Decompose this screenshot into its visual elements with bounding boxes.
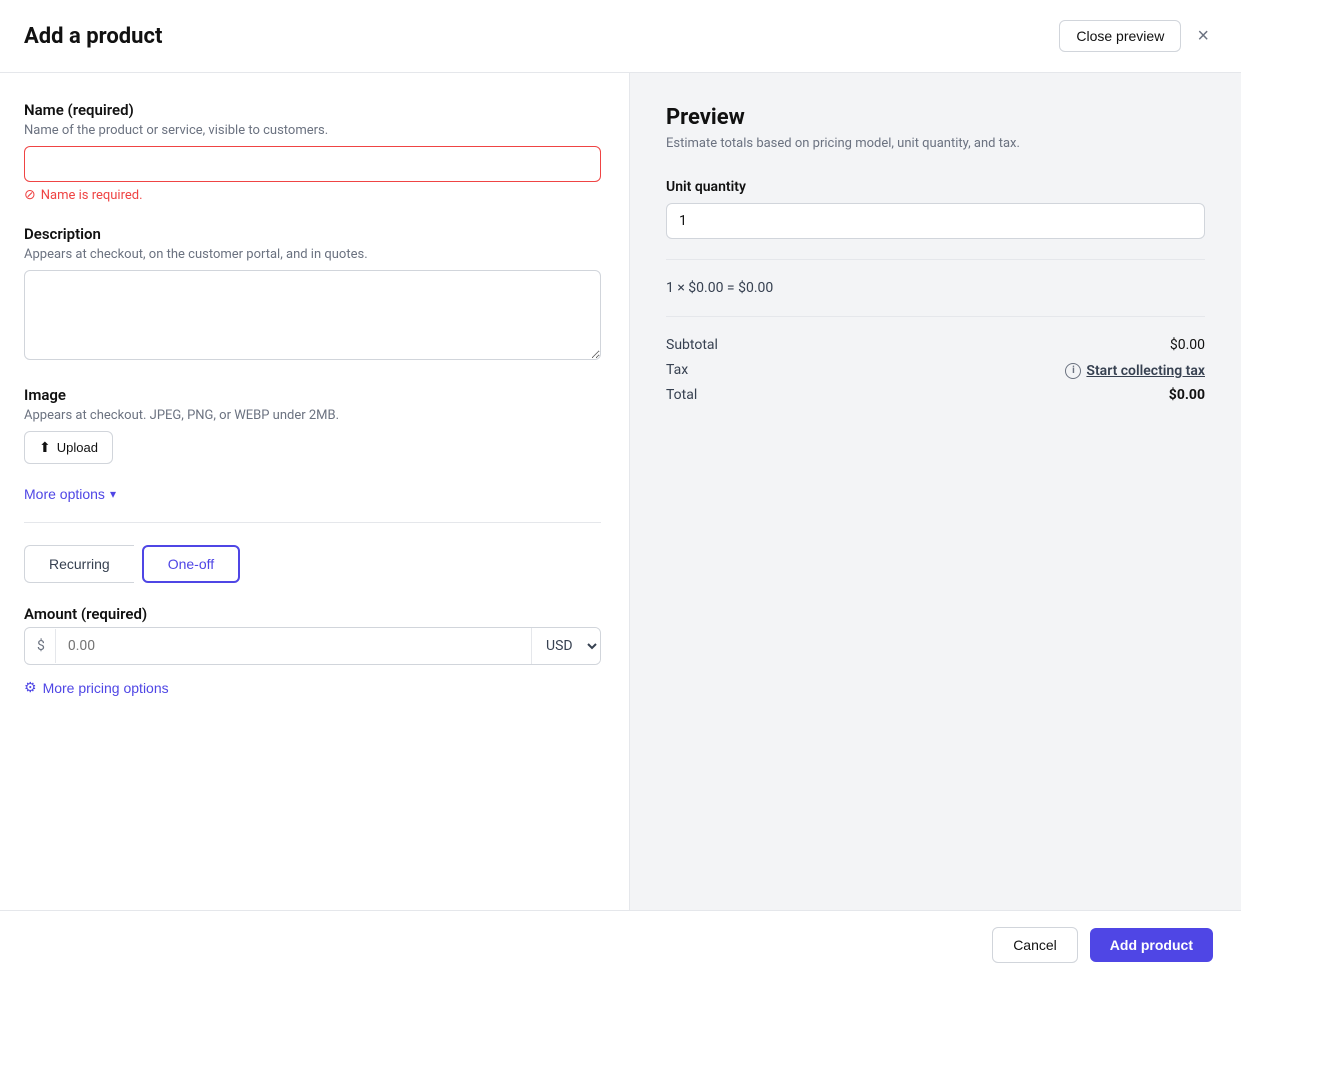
pricing-type-toggle: Recurring One-off <box>24 545 601 583</box>
tax-value: i Start collecting tax <box>1065 361 1205 379</box>
cancel-button[interactable]: Cancel <box>992 927 1078 963</box>
left-panel: Name (required) Name of the product or s… <box>0 73 630 910</box>
start-collecting-tax-link[interactable]: i Start collecting tax <box>1065 363 1205 379</box>
modal-header: Add a product Close preview × <box>0 0 1241 73</box>
tax-row: Tax i Start collecting tax <box>666 361 1205 379</box>
upload-label: Upload <box>57 440 98 455</box>
more-options-button[interactable]: More options ▾ <box>24 486 601 502</box>
error-icon: ⊘ <box>24 187 36 203</box>
tax-link-text: Start collecting tax <box>1086 363 1205 379</box>
amount-field-group: Amount (required) $ USD EUR GBP ⚙ More p… <box>24 605 601 696</box>
image-field-group: Image Appears at checkout. JPEG, PNG, or… <box>24 386 601 464</box>
gear-icon: ⚙ <box>24 679 37 696</box>
amount-prefix: $ <box>25 629 56 663</box>
one-off-toggle-button[interactable]: One-off <box>142 545 240 583</box>
info-icon: i <box>1065 363 1081 379</box>
total-row: Total $0.00 <box>666 387 1205 403</box>
preview-divider-1 <box>666 259 1205 260</box>
more-options-label: More options <box>24 486 105 502</box>
description-hint: Appears at checkout, on the customer por… <box>24 247 601 262</box>
add-product-modal: Add a product Close preview × Name (requ… <box>0 0 1241 979</box>
price-formula: 1 × $0.00 = $0.00 <box>666 280 1205 296</box>
tax-label: Tax <box>666 362 688 378</box>
recurring-toggle-button[interactable]: Recurring <box>24 545 134 583</box>
name-error-message: ⊘ Name is required. <box>24 187 601 203</box>
description-input[interactable] <box>24 270 601 360</box>
upload-icon: ⬆ <box>39 439 51 456</box>
right-panel: Preview Estimate totals based on pricing… <box>630 73 1241 910</box>
more-pricing-label: More pricing options <box>43 680 169 696</box>
description-label: Description <box>24 225 601 243</box>
unit-quantity-label: Unit quantity <box>666 179 1205 195</box>
add-product-button[interactable]: Add product <box>1090 928 1213 962</box>
total-label: Total <box>666 387 697 403</box>
unit-quantity-input[interactable] <box>666 203 1205 239</box>
name-field-group: Name (required) Name of the product or s… <box>24 101 601 203</box>
more-pricing-options-button[interactable]: ⚙ More pricing options <box>24 679 169 696</box>
close-modal-button[interactable]: × <box>1193 22 1213 50</box>
subtotal-value: $0.00 <box>1170 337 1205 353</box>
amount-label: Amount (required) <box>24 605 601 623</box>
chevron-down-icon: ▾ <box>110 487 116 501</box>
preview-divider-2 <box>666 316 1205 317</box>
subtotal-label: Subtotal <box>666 337 718 353</box>
currency-select[interactable]: USD EUR GBP <box>531 628 600 664</box>
modal-footer: Cancel Add product <box>0 910 1241 979</box>
close-preview-button[interactable]: Close preview <box>1059 20 1181 52</box>
image-hint: Appears at checkout. JPEG, PNG, or WEBP … <box>24 408 601 423</box>
header-actions: Close preview × <box>1059 20 1213 52</box>
name-hint: Name of the product or service, visible … <box>24 123 601 138</box>
name-input[interactable] <box>24 146 601 182</box>
subtotal-row: Subtotal $0.00 <box>666 337 1205 353</box>
upload-button[interactable]: ⬆ Upload <box>24 431 113 464</box>
name-error-text: Name is required. <box>41 188 143 203</box>
name-label: Name (required) <box>24 101 601 119</box>
image-label: Image <box>24 386 601 404</box>
description-field-group: Description Appears at checkout, on the … <box>24 225 601 364</box>
amount-input[interactable] <box>56 629 531 663</box>
modal-title: Add a product <box>24 24 162 49</box>
modal-body: Name (required) Name of the product or s… <box>0 73 1241 910</box>
section-divider <box>24 522 601 523</box>
amount-input-row: $ USD EUR GBP <box>24 627 601 665</box>
preview-subtitle: Estimate totals based on pricing model, … <box>666 136 1205 151</box>
total-value: $0.00 <box>1169 387 1205 403</box>
preview-title: Preview <box>666 105 1205 130</box>
